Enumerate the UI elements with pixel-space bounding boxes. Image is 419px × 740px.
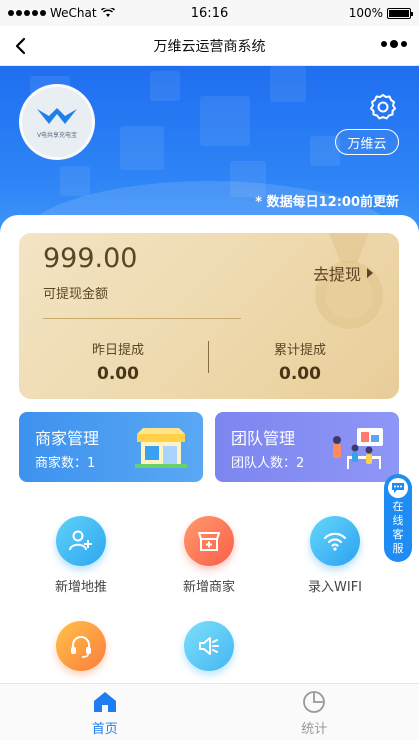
merchant-name-button[interactable]: 万维云 [335,129,399,155]
team-illustration-icon [333,428,383,469]
grid-item-add-merchant[interactable]: 新增商家 [159,516,259,595]
status-bar: WeChat 16:16 100% [0,0,419,26]
status-time: 16:16 [190,5,229,21]
tab-bar: 首页 统计 [0,683,419,740]
home-icon [93,692,116,712]
total-commission: 累计提成 0.00 [225,339,375,384]
tab-label: 首页 [91,722,118,737]
withdraw-button[interactable]: 去提现 [313,261,374,285]
grid-label: 新增地推 [54,580,107,595]
grid-item-add-promoter[interactable]: 新增地推 [31,516,131,595]
nav-bar: 万维云运营商系统 [0,26,419,66]
tab-label: 统计 [301,722,328,737]
add-user-icon [56,516,106,566]
more-icon[interactable] [381,40,407,48]
merchant-count: 商家数：1 [35,456,96,471]
gear-icon[interactable] [368,92,398,122]
grid-item-add-wifi[interactable]: 录入WIFI [285,516,385,595]
yesterday-commission: 昨日提成 0.00 [43,339,193,384]
store-illustration-icon [135,428,187,468]
divider [208,341,209,373]
back-icon[interactable] [10,35,32,57]
add-store-icon [184,516,234,566]
brand-logo-icon [37,107,77,124]
caret-right-icon [367,268,374,278]
merchant-management-card[interactable]: 商家管理 商家数：1 [19,412,203,482]
withdrawable-amount-label: 可提现金额 [43,287,109,302]
speaker-icon [184,621,234,671]
cs-char-4: 服 [392,542,404,555]
yesterday-commission-value: 0.00 [97,364,139,384]
page-title: 万维云运营商系统 [153,38,266,55]
withdrawable-amount: 999.00 [43,243,138,274]
yesterday-commission-label: 昨日提成 [91,343,144,358]
logo-text: V电共享充电宝 [36,131,78,139]
cs-char-3: 客 [392,528,404,541]
wifi-icon [310,516,360,566]
online-customer-service-button[interactable]: 在 线 客 服 [384,474,412,562]
grid-label: 新增商家 [182,580,235,595]
pie-chart-icon [303,691,326,713]
tab-statistics[interactable]: 统计 [210,684,419,740]
update-note: * 数据每日12:00前更新 [255,195,399,210]
team-management-card[interactable]: 团队管理 团队人数：2 [215,412,399,482]
total-commission-label: 累计提成 [273,343,326,358]
team-count: 团队人数：2 [231,456,305,471]
cs-char-2: 线 [392,514,404,527]
wallet-card: 999.00 可提现金额 去提现 昨日提成 0.00 累计提成 0.00 [19,233,399,399]
chat-bubble-icon [388,478,408,498]
cs-char-1: 在 [392,500,404,513]
merchant-management-title: 商家管理 [35,429,100,448]
team-management-title: 团队管理 [231,429,296,448]
tab-home[interactable]: 首页 [0,684,210,740]
withdraw-label: 去提现 [313,265,362,284]
battery-icon [387,7,413,19]
total-commission-value: 0.00 [279,364,321,384]
grid-item-customer-support[interactable] [31,621,131,681]
grid-label: 录入WIFI [308,580,362,595]
avatar: V电共享充电宝 [19,84,95,160]
divider [43,318,241,319]
headset-icon [56,621,106,671]
grid-item-announcement[interactable] [159,621,259,681]
